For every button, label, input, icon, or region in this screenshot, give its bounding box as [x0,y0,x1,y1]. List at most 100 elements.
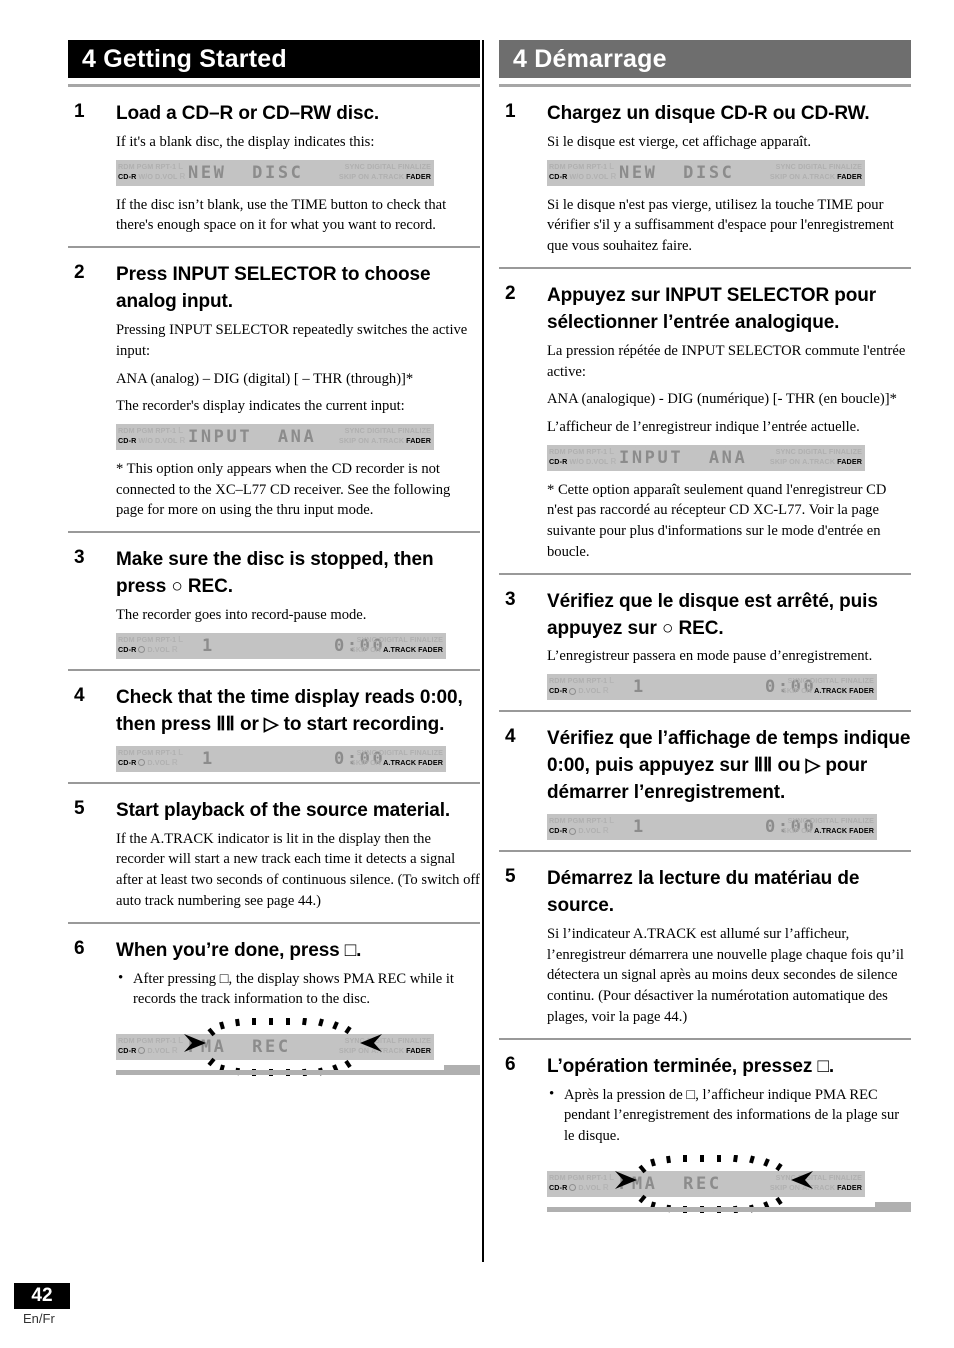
lcd-message-area: PMA REC [615,1171,755,1197]
lcd-track-number: 1 [202,748,215,769]
lcd-display-time-2: RDM PGM RPT-1 L CD-R D.VOL R 1 0:00 SYNC… [116,745,480,772]
lcd-message-area: PMA REC [184,1034,324,1060]
lcd-message-area: 1 0:00 [184,746,383,772]
step-paragraph-1: Pressing INPUT SELECTOR repeatedly switc… [116,322,468,359]
indicator-finalize: FINALIZE [397,1035,431,1045]
step-heading: Démarrez la lecture du matériau de sourc… [547,868,860,917]
indicator-on: ON [370,644,382,654]
indicator-skip: SKIP [769,1182,788,1192]
indicator-left-channel: L [609,816,615,826]
indicator-skip: SKIP [769,171,788,181]
indicator-cdr: CD-R [549,826,568,836]
step-number: 3 [74,547,85,569]
step-number: 6 [74,937,85,959]
step-heading: Load a CD–R or CD–RW disc. [116,103,380,124]
indicator-wo: W/O [569,456,585,466]
indicator-rpt1: RPT-1 [586,816,608,826]
indicator-digital: DIGITAL [366,161,396,171]
step-4-french: 4 Vérifiez que l’affichage de temps indi… [499,726,911,841]
step-heading: Chargez un disque CD-R ou CD-RW. [547,103,870,124]
step-6-english: 6 When you’re done, press □. After press… [68,937,480,1076]
indicator-fader: FADER [849,686,874,696]
english-column: 4 Getting Started 1 Load a CD–R or CD–RW… [68,40,480,1081]
step-number: 2 [74,262,85,284]
indicator-atrack: A.TRACK [371,1045,405,1055]
lcd-message-text: PMA REC [619,1173,722,1194]
lcd-track-number: 1 [202,635,215,656]
indicator-sync: SYNC [775,161,796,171]
indicator-on: ON [801,686,813,696]
step-3-english: 3 Make sure the disc is stopped, then pr… [68,547,480,659]
lcd-display-new-disc: RDM PGM RPT-1 L CD-R W/O D.VOL R NEW DIS… [116,159,480,186]
indicator-right-channel: R [602,686,609,696]
indicator-on: ON [370,757,382,767]
lcd-track-number: 1 [633,817,646,838]
step-heading: Make sure the disc is stopped, then pres… [116,549,434,598]
step-heading: When you’re done, press □. [116,939,362,961]
indicator-on: ON [358,1045,370,1055]
indicator-wo: W/O [569,171,585,181]
indicator-rdm: RDM [549,446,566,456]
step-number: 3 [505,588,516,610]
indicator-fader: FADER [837,456,862,466]
indicator-on: ON [801,826,813,836]
indicator-sync: SYNC [775,1172,796,1182]
lcd-display-time-2: RDM PGM RPT-1 L CD-R D.VOL R 1 0:00 SYNC… [547,814,911,841]
indicator-cdr: CD-R [549,456,568,466]
lcd-message-text: INPUT ANA [188,426,317,447]
step-paragraph-2: ANA (analogique) - DIG (numérique) [- TH… [547,391,897,408]
indicator-wo: W/O [138,171,154,181]
indicator-fader: FADER [418,757,443,767]
indicator-finalize: FINALIZE [409,634,443,644]
indicator-skip: SKIP [350,757,369,767]
indicator-right-channel: R [602,1182,609,1192]
step-separator [499,266,911,269]
lcd-right-indicators: SYNC DIGITAL FINALIZE SKIP ON A.TRACK FA… [767,674,877,700]
language-label: En/Fr [23,1311,55,1326]
indicator-pgm: PGM [136,747,154,757]
record-circle-icon [569,1184,577,1192]
step-4-english: 4 Check that the time display reads 0:00… [68,685,480,772]
indicator-fader: FADER [837,1182,862,1192]
step-separator [68,668,480,671]
step-note: If the disc isn’t blank, use the TIME bu… [116,196,447,234]
column-end-marker [547,1201,911,1212]
step-heading: Vérifiez que le disque est arrêté, puis … [547,590,878,639]
step-heading: Check that the time display reads 0:00, … [116,686,463,735]
step-number: 5 [74,797,85,819]
indicator-right-channel: R [602,826,609,836]
indicator-atrack: A.TRACK [371,435,405,445]
step-separator [68,246,480,249]
lcd-left-indicators: RDM PGM RPT-1 L CD-R W/O D.VOL R [116,160,185,186]
step-paragraph-1: The recorder goes into record-pause mode… [116,607,367,624]
indicator-rpt1: RPT-1 [586,446,608,456]
indicator-on: ON [358,435,370,445]
indicator-skip: SKIP [338,171,357,181]
lcd-display-pma-rec: RDM PGM RPT-1 L CD-R D.VOL R PMA REC SYN… [116,1017,480,1076]
lcd-message-area: NEW DISC [184,160,324,186]
lcd-left-indicators: RDM PGM RPT-1 L CD-R D.VOL R [116,746,184,772]
indicator-left-channel: L [178,747,184,757]
lcd-track-number: 1 [633,677,646,698]
lcd-display-new-disc: RDM PGM RPT-1 L CD-R W/O D.VOL R NEW DIS… [547,159,911,186]
indicator-left-channel: L [178,161,184,171]
step-1-english: 1 Load a CD–R or CD–RW disc. If it's a b… [68,101,480,236]
lcd-right-indicators: SYNC DIGITAL FINALIZE SKIP ON A.TRACK FA… [336,633,446,659]
indicator-wo: W/O [138,435,154,445]
indicator-fader: FADER [406,171,431,181]
indicator-rpt1: RPT-1 [586,1172,608,1182]
indicator-digital: DIGITAL [797,1172,827,1182]
indicator-rpt1: RPT-1 [586,161,608,171]
indicator-finalize: FINALIZE [397,425,431,435]
indicator-rpt1: RPT-1 [155,1035,177,1045]
step-paragraph-1: If the A.TRACK indicator is lit in the d… [116,830,480,909]
lcd-display-input-ana: RDM PGM RPT-1 L CD-R W/O D.VOL R INPUT A… [547,444,911,471]
indicator-sync: SYNC [344,425,365,435]
indicator-dvol: D.VOL [147,1045,170,1055]
indicator-right-channel: R [171,1045,178,1055]
lcd-right-indicators: SYNC DIGITAL FINALIZE SKIP ON A.TRACK FA… [767,814,877,840]
lcd-left-indicators: RDM PGM RPT-1 L CD-R D.VOL R [547,674,615,700]
indicator-right-channel: R [171,644,178,654]
indicator-skip: SKIP [338,435,357,445]
indicator-skip: SKIP [338,1045,357,1055]
